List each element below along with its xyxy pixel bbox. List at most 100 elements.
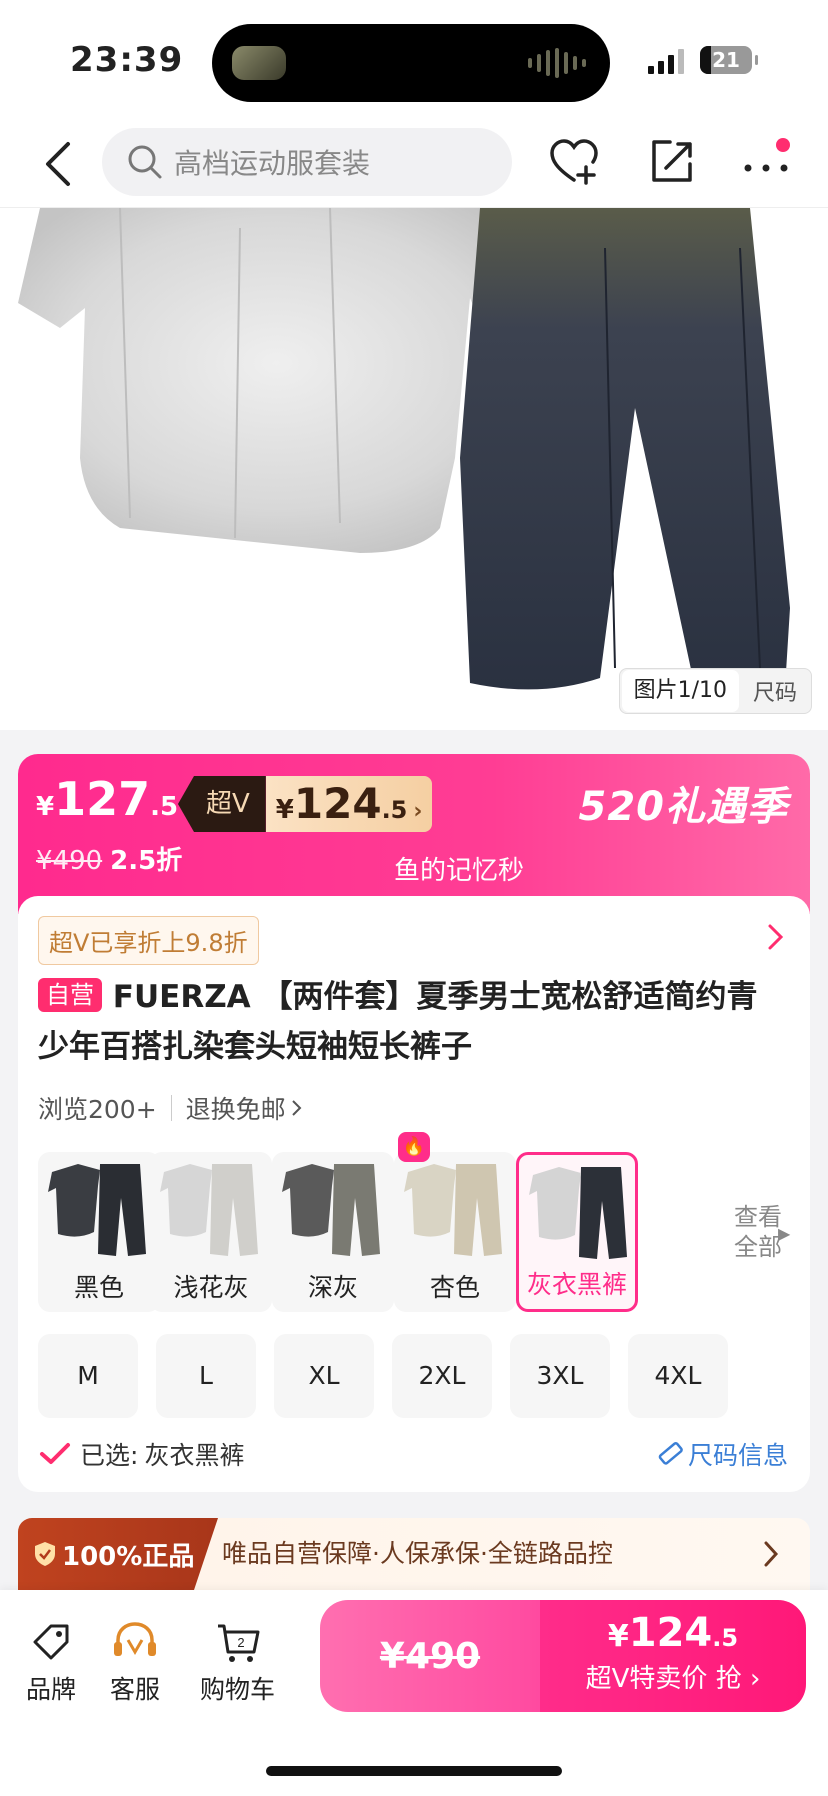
color-thumbnail bbox=[529, 1167, 627, 1259]
event-title: 520礼遇季 bbox=[578, 784, 788, 830]
size-option[interactable]: 3XL bbox=[510, 1334, 610, 1418]
product-title: 自营 FUERZA 【两件套】夏季男士宽松舒适简约青少年百搭扎染套头短袖短长裤子 bbox=[38, 972, 788, 1072]
color-selector: 黑色 浅花灰 深灰 杏色 灰衣黑裤 bbox=[38, 1152, 798, 1312]
search-placeholder: 高档运动服套装 bbox=[174, 147, 371, 180]
superv-currency: ¥ bbox=[275, 795, 294, 825]
stats-row: 浏览200+ 退换免邮 bbox=[38, 1090, 304, 1126]
search-input[interactable]: 高档运动服套装 bbox=[102, 128, 512, 196]
color-option[interactable]: 灰衣黑裤 bbox=[516, 1152, 638, 1312]
authentic-label: 100%正品 bbox=[62, 1541, 195, 1572]
cart-button[interactable]: 2 购物车 bbox=[200, 1620, 275, 1706]
customer-service-button[interactable]: 客服 bbox=[110, 1620, 160, 1706]
color-label: 杏色 bbox=[429, 1273, 480, 1302]
size-option[interactable]: 2XL bbox=[392, 1334, 492, 1418]
size-info-label: 尺码信息 bbox=[687, 1441, 788, 1470]
brand-label: 品牌 bbox=[26, 1675, 77, 1704]
buy-original-price: ¥490 bbox=[379, 1635, 481, 1677]
share-button[interactable] bbox=[644, 134, 700, 190]
nav-bar: 高档运动服套装 bbox=[0, 120, 828, 208]
superv-decimal: .5 bbox=[381, 796, 408, 824]
now-playing-thumbnail bbox=[232, 46, 286, 80]
self-operated-tag: 自营 bbox=[38, 978, 102, 1012]
status-time: 23:39 bbox=[70, 40, 184, 80]
buy-original-price-button[interactable]: ¥490 bbox=[320, 1600, 540, 1712]
color-thumbnail bbox=[282, 1164, 380, 1256]
buy-currency: ¥ bbox=[607, 1619, 629, 1654]
search-icon bbox=[128, 145, 162, 179]
gallery-indicator: 图片1/10 尺码 bbox=[618, 668, 812, 714]
cart-label: 购物车 bbox=[200, 1675, 276, 1704]
color-label: 灰衣黑裤 bbox=[526, 1270, 627, 1299]
brand-button[interactable]: 品牌 bbox=[26, 1620, 76, 1706]
favorite-button[interactable] bbox=[546, 134, 602, 190]
color-option[interactable]: 浅花灰 bbox=[150, 1152, 272, 1312]
price-decimal: .5 bbox=[150, 792, 179, 822]
fire-icon: 🔥 bbox=[398, 1132, 430, 1162]
ruler-icon bbox=[658, 1442, 683, 1465]
superv-price-tag[interactable]: 超V ¥124.5 › bbox=[178, 776, 433, 832]
audio-wave-icon bbox=[528, 48, 586, 78]
price-integer: 127 bbox=[54, 772, 151, 826]
size-option[interactable]: L bbox=[156, 1334, 256, 1418]
battery-level: 21 bbox=[712, 48, 740, 72]
shield-check-icon bbox=[35, 1542, 55, 1566]
chevron-right-icon bbox=[764, 1541, 779, 1567]
color-label: 深灰 bbox=[307, 1273, 358, 1302]
superv-buy-price: ¥124.5 bbox=[540, 1600, 806, 1656]
image-counter: 图片1/10 bbox=[621, 670, 739, 712]
free-return-link[interactable]: 退换免邮 bbox=[186, 1090, 286, 1126]
back-button[interactable] bbox=[40, 136, 84, 192]
status-bar: 23:39 21 bbox=[0, 0, 828, 120]
sale-price: ¥127.5 bbox=[36, 772, 178, 826]
superv-label: 超V bbox=[178, 776, 266, 832]
notification-dot bbox=[776, 138, 790, 152]
superv-price: ¥124.5 › bbox=[265, 776, 433, 832]
authentic-tag: 100%正品 bbox=[18, 1518, 218, 1590]
size-info-link[interactable]: 尺码信息 bbox=[656, 1436, 788, 1472]
price-banner: ¥127.5 超V ¥124.5 › ¥490 2.5折 520礼遇季 鱼的记忆秒 bbox=[18, 754, 810, 914]
product-photo bbox=[18, 208, 790, 694]
size-chart-link[interactable]: 尺码 bbox=[739, 675, 811, 707]
product-info-card: 超V已享折上9.8折 自营 FUERZA 【两件套】夏季男士宽松舒适简约青少年百… bbox=[18, 896, 810, 1492]
superv-discount-badge[interactable]: 超V已享折上9.8折 bbox=[38, 916, 259, 965]
buy-decimal: .5 bbox=[712, 1624, 739, 1652]
caret-right-icon: ▶ bbox=[778, 1224, 791, 1243]
home-indicator bbox=[266, 1766, 562, 1776]
heart-plus-icon bbox=[550, 139, 598, 185]
selected-variant: 已选: 灰衣黑裤 bbox=[38, 1436, 244, 1472]
signal-icon bbox=[648, 48, 684, 74]
color-thumbnail bbox=[160, 1164, 258, 1256]
chevron-right-icon[interactable] bbox=[766, 920, 786, 954]
share-icon bbox=[652, 140, 692, 182]
color-option[interactable]: 黑色 bbox=[38, 1152, 160, 1312]
chevron-right-icon: › bbox=[413, 799, 423, 824]
chevron-right-icon bbox=[291, 1100, 302, 1116]
headset-icon bbox=[114, 1622, 156, 1656]
color-label: 黑色 bbox=[73, 1273, 124, 1302]
size-option[interactable]: 4XL bbox=[628, 1334, 728, 1418]
guarantee-text: 唯品自营保障·人保承保·全链路品控 bbox=[222, 1539, 613, 1568]
battery-icon: 21 bbox=[700, 46, 758, 74]
divider bbox=[170, 1095, 172, 1121]
back-arrow-icon bbox=[46, 142, 70, 186]
currency-symbol: ¥ bbox=[36, 792, 55, 822]
view-count: 浏览200+ bbox=[38, 1095, 157, 1124]
color-option[interactable]: 深灰 bbox=[272, 1152, 394, 1312]
seller-name: 鱼的记忆秒 bbox=[393, 856, 524, 886]
cart-icon: 2 bbox=[217, 1624, 259, 1662]
size-selector: M L XL 2XL 3XL 4XL bbox=[38, 1334, 798, 1418]
dynamic-island bbox=[212, 24, 610, 102]
customer-service-label: 客服 bbox=[110, 1675, 161, 1704]
product-image-gallery[interactable]: 图片1/10 尺码 bbox=[0, 208, 828, 730]
color-thumbnail bbox=[404, 1164, 502, 1256]
size-option[interactable]: M bbox=[38, 1334, 138, 1418]
color-label: 浅花灰 bbox=[173, 1273, 249, 1302]
checkmark-icon bbox=[40, 1443, 70, 1464]
tag-icon bbox=[33, 1624, 69, 1660]
buy-integer: 124 bbox=[628, 1610, 713, 1656]
superv-buy-button[interactable]: ¥124.5 超V特卖价 抢 › bbox=[540, 1600, 806, 1712]
product-title-text: FUERZA 【两件套】夏季男士宽松舒适简约青少年百搭扎染套头短袖短长裤子 bbox=[38, 979, 758, 1065]
color-option[interactable]: 杏色 bbox=[394, 1152, 516, 1312]
guarantee-banner[interactable]: 100%正品 唯品自营保障·人保承保·全链路品控 bbox=[18, 1518, 810, 1590]
size-option[interactable]: XL bbox=[274, 1334, 374, 1418]
